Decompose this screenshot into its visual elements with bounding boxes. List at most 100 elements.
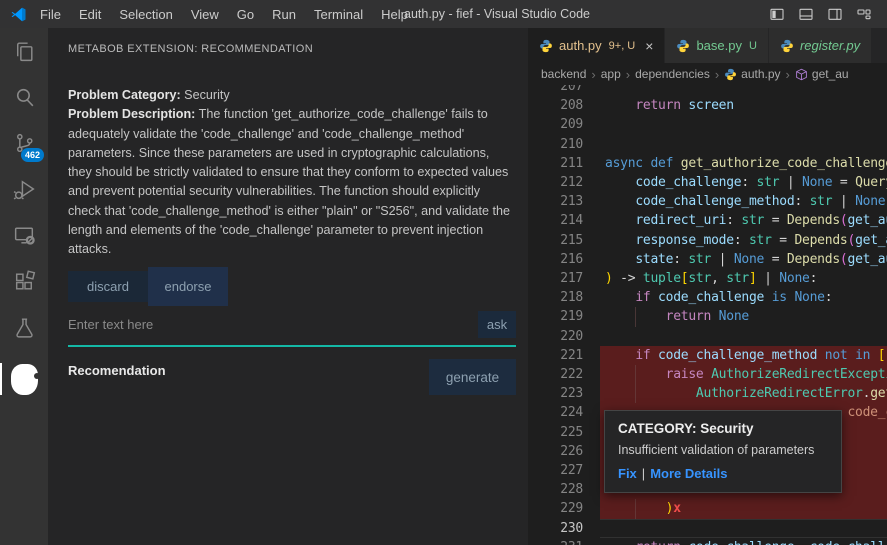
endorse-button[interactable]: endorse	[148, 267, 228, 306]
line-content: redirect_uri: str = Depends(get_authoriz…	[600, 211, 887, 230]
menu-run[interactable]: Run	[263, 7, 305, 22]
menu-view[interactable]: View	[182, 7, 228, 22]
ask-input[interactable]	[68, 311, 458, 337]
extensions-icon[interactable]	[0, 258, 48, 304]
source-control-icon[interactable]: 462	[0, 120, 48, 166]
tab-git-decoration: 9+, U	[609, 40, 636, 52]
python-icon	[539, 39, 553, 53]
generate-button[interactable]: generate	[429, 359, 516, 395]
line-number: 218	[528, 288, 583, 307]
line-number: 207	[528, 85, 583, 96]
menu-file[interactable]: File	[31, 7, 70, 22]
metabob-extension-icon[interactable]	[0, 356, 48, 402]
breadcrumb-separator: ›	[715, 67, 719, 82]
code-line-214: 214 redirect_uri: str = Depends(get_auth…	[528, 211, 887, 230]
line-number: 214	[528, 211, 583, 230]
line-number: 211	[528, 154, 583, 173]
menu-go[interactable]: Go	[228, 7, 263, 22]
line-number: 215	[528, 231, 583, 250]
line-content: async def get_authorize_code_challenge(	[600, 154, 887, 173]
tab-register.py[interactable]: register.py	[769, 28, 872, 63]
problem-report: Problem Category: Security Problem Descr…	[68, 86, 514, 260]
metabob-blob-icon	[11, 364, 38, 395]
python-icon	[724, 68, 737, 81]
testing-icon[interactable]	[0, 304, 48, 350]
code-line-215: 215 response_mode: str = Depends(get_aut…	[528, 231, 887, 250]
code-line-220: 220	[528, 327, 887, 346]
line-content: code_challenge: str | None = Query(	[600, 173, 887, 192]
menu-terminal[interactable]: Terminal	[305, 7, 372, 22]
line-content: raise AuthorizeRedirectException(	[600, 365, 887, 384]
python-icon	[676, 39, 690, 53]
tooltip-message: Insufficient validation of parameters	[618, 443, 828, 457]
code-line-231: 231 return code_challenge, code_chall	[528, 538, 887, 545]
line-number: 219	[528, 307, 583, 326]
indent-guide	[635, 384, 636, 403]
input-underline	[68, 345, 516, 347]
discard-button[interactable]: discard	[68, 271, 148, 302]
tab-base.py[interactable]: base.pyU	[665, 28, 769, 63]
customize-layout-icon[interactable]	[856, 6, 872, 22]
ask-button[interactable]: ask	[478, 311, 516, 338]
line-content: state: str | None = Depends(get_authoriz…	[600, 250, 887, 269]
code-line-207: 207	[528, 85, 887, 96]
line-content: ) -> tuple[str, str] | None:	[600, 269, 887, 288]
line-number: 222	[528, 365, 583, 384]
code-line-222: 222 raise AuthorizeRedirectException(	[528, 365, 887, 384]
line-content: return screen	[600, 96, 887, 115]
line-content: code_challenge_method: str | None = Quer…	[600, 192, 887, 211]
breadcrumb: backend›app›dependencies›auth.py›get_au	[528, 63, 887, 85]
indent-guide	[635, 499, 636, 518]
activity-bar: 462	[0, 28, 48, 545]
toggle-panel-icon[interactable]	[798, 6, 814, 22]
toggle-sidebar-icon[interactable]	[769, 6, 785, 22]
line-content: AuthorizeRedirectError.get_	[600, 384, 887, 403]
line-content: )x	[600, 499, 887, 518]
code-line-209: 209	[528, 115, 887, 134]
line-number: 209	[528, 115, 583, 134]
line-number: 213	[528, 192, 583, 211]
diagnostic-tooltip: CATEGORY: Security Insufficient validati…	[604, 410, 842, 493]
indent-guide	[635, 307, 636, 326]
line-content: return None	[600, 307, 887, 326]
remote-explorer-icon[interactable]	[0, 212, 48, 258]
problem-category-label: Problem Category:	[68, 88, 181, 102]
breadcrumb-item-app[interactable]: app	[601, 67, 621, 81]
tab-auth.py[interactable]: auth.py 9+, U ×	[528, 28, 665, 63]
code-line-230: 230	[528, 519, 887, 538]
tab-label: auth.py	[559, 38, 602, 53]
menu-edit[interactable]: Edit	[70, 7, 110, 22]
code-line-208: 208 return screen	[528, 96, 887, 115]
toggle-secondary-sidebar-icon[interactable]	[827, 6, 843, 22]
problem-category-value: Security	[184, 88, 230, 102]
code-line-223: 223 AuthorizeRedirectError.get_	[528, 384, 887, 403]
line-number: 220	[528, 327, 583, 346]
code-line-212: 212 code_challenge: str | None = Query(	[528, 173, 887, 192]
tooltip-category: CATEGORY: Security	[618, 421, 828, 436]
problem-description-text: The function 'get_authorize_code_challen…	[68, 107, 510, 256]
more-details-link[interactable]: More Details	[650, 466, 727, 481]
fix-link[interactable]: Fix	[618, 466, 637, 481]
tab-label: base.py	[696, 38, 742, 53]
problem-description-label: Problem Description:	[68, 107, 195, 121]
editor: auth.py 9+, U × base.pyUregister.py backend…	[528, 28, 887, 545]
code-line-218: 218 if code_challenge is None:	[528, 288, 887, 307]
line-content	[600, 115, 887, 134]
line-number: 208	[528, 96, 583, 115]
title-bar: FileEditSelectionViewGoRunTerminalHelp a…	[0, 0, 887, 28]
python-icon	[780, 39, 794, 53]
search-icon[interactable]	[0, 74, 48, 120]
window-title: auth.py - fief - Visual Studio Code	[404, 7, 590, 21]
breadcrumb-item-backend[interactable]: backend	[541, 67, 586, 81]
breadcrumb-item-auth.py[interactable]: auth.py	[724, 67, 780, 81]
explorer-icon[interactable]	[0, 28, 48, 74]
code-line-210: 210	[528, 135, 887, 154]
breadcrumb-item-dependencies[interactable]: dependencies	[635, 67, 710, 81]
menu-selection[interactable]: Selection	[110, 7, 181, 22]
run-and-debug-icon[interactable]	[0, 166, 48, 212]
close-tab-icon[interactable]: ×	[645, 39, 653, 53]
line-number: 228	[528, 480, 583, 499]
line-number: 223	[528, 384, 583, 403]
breadcrumb-item-get_au[interactable]: get_au	[795, 67, 849, 81]
line-number: 229	[528, 499, 583, 518]
